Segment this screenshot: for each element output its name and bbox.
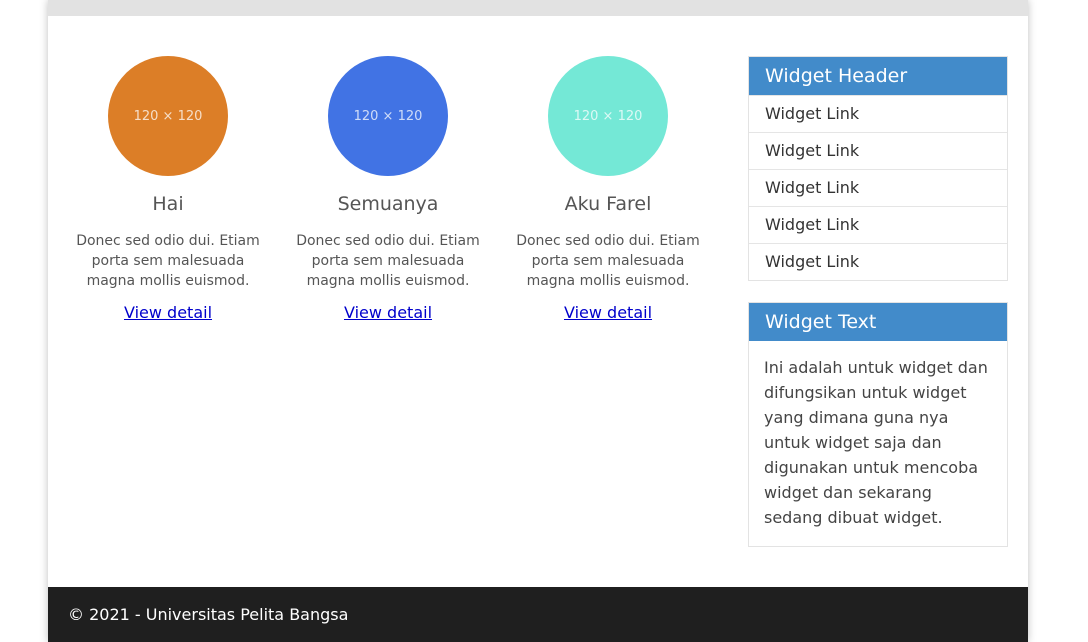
avatar-placeholder: 120 × 120 bbox=[328, 56, 448, 176]
card-description: Donec sed odio dui. Etiam porta sem male… bbox=[516, 233, 700, 289]
card-description: Donec sed odio dui. Etiam porta sem male… bbox=[76, 233, 260, 289]
footer: © 2021 - Universitas Pelita Bangsa bbox=[48, 587, 1028, 642]
widget-link-4[interactable]: Widget Link bbox=[749, 206, 1007, 243]
avatar-placeholder: 120 × 120 bbox=[548, 56, 668, 176]
card-hai: 120 × 120 Hai Donec sed odio dui. Etiam … bbox=[68, 56, 268, 322]
view-detail-link[interactable]: View detail bbox=[124, 303, 212, 322]
page-container: 120 × 120 Hai Donec sed odio dui. Etiam … bbox=[48, 0, 1028, 642]
widget-link-2[interactable]: Widget Link bbox=[749, 132, 1007, 169]
widget-header-title: Widget Header bbox=[749, 57, 1007, 95]
view-detail-link[interactable]: View detail bbox=[344, 303, 432, 322]
card-aku-farel: 120 × 120 Aku Farel Donec sed odio dui. … bbox=[508, 56, 708, 322]
card-title: Hai bbox=[152, 193, 184, 215]
card-description: Donec sed odio dui. Etiam porta sem male… bbox=[296, 233, 480, 289]
widget-text-title: Widget Text bbox=[749, 303, 1007, 341]
view-detail-link[interactable]: View detail bbox=[564, 303, 652, 322]
widget-links-panel: Widget Header Widget Link Widget Link Wi… bbox=[748, 56, 1008, 281]
widget-text-body: Ini adalah untuk widget dan difungsikan … bbox=[764, 358, 988, 527]
card-title: Aku Farel bbox=[564, 193, 652, 215]
avatar-placeholder-label: 120 × 120 bbox=[133, 108, 203, 124]
widget-link-5[interactable]: Widget Link bbox=[749, 243, 1007, 280]
footer-copyright: © 2021 - Universitas Pelita Bangsa bbox=[68, 605, 349, 624]
widget-link-3[interactable]: Widget Link bbox=[749, 169, 1007, 206]
widget-text-panel: Widget Text Ini adalah untuk widget dan … bbox=[748, 302, 1008, 547]
avatar-placeholder: 120 × 120 bbox=[108, 56, 228, 176]
widget-link-1[interactable]: Widget Link bbox=[749, 95, 1007, 132]
avatar-placeholder-label: 120 × 120 bbox=[353, 108, 423, 124]
avatar-placeholder-label: 120 × 120 bbox=[573, 108, 643, 124]
card-semuanya: 120 × 120 Semuanya Donec sed odio dui. E… bbox=[288, 56, 488, 322]
card-title: Semuanya bbox=[337, 193, 439, 215]
top-bar bbox=[48, 0, 1028, 16]
